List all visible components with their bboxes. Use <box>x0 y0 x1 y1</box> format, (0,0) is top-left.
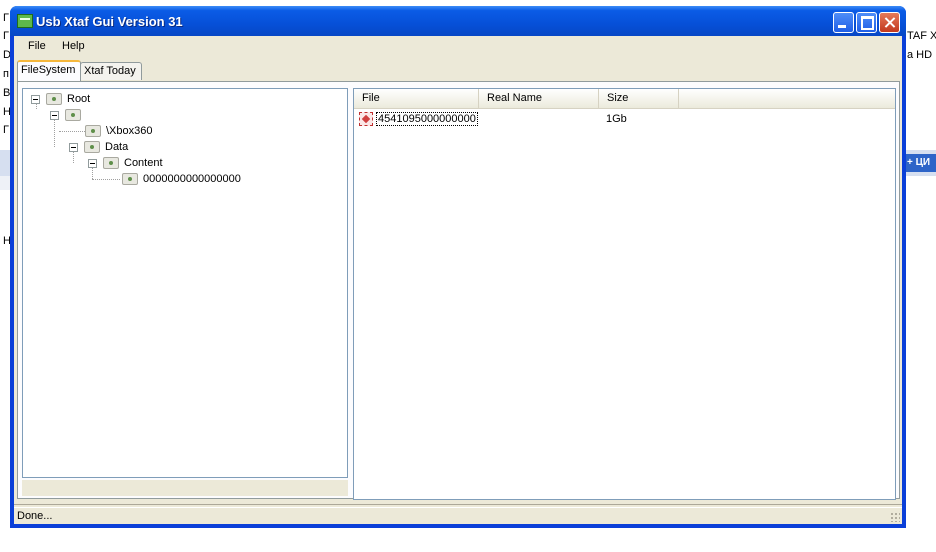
app-window: Usb Xtaf Gui Version 31 File Help FileSy… <box>10 6 906 528</box>
table-row[interactable]: 4541095000000000 1Gb <box>354 111 895 128</box>
tree-label: \Xbox360 <box>106 125 153 137</box>
bg-text: TAF X <box>907 30 936 42</box>
background-page-right: TAF X a HD <box>904 0 936 552</box>
status-text: Done... <box>17 510 53 522</box>
folder-icon <box>65 109 81 121</box>
status-bar: Done... <box>14 508 902 524</box>
collapse-icon[interactable] <box>50 111 59 120</box>
folder-tree[interactable]: Root \Xbox360 Data Content 0000000000000… <box>22 88 348 478</box>
file-icon <box>359 112 373 126</box>
collapse-icon[interactable] <box>88 159 97 168</box>
file-name: 4541095000000000 <box>376 112 478 126</box>
maximize-button[interactable] <box>856 12 877 33</box>
tree-label: Root <box>67 93 91 105</box>
column-header-file[interactable]: File <box>354 89 479 108</box>
menu-help[interactable]: Help <box>62 40 85 52</box>
tree-label: 0000000000000000 <box>143 173 241 185</box>
list-header: File Real Name Size <box>354 89 895 109</box>
tree-label: Data <box>105 141 129 153</box>
background-band <box>0 176 10 190</box>
column-header-real-name[interactable]: Real Name <box>479 89 599 108</box>
bg-glyph: п <box>3 68 9 80</box>
file-list[interactable]: File Real Name Size 4541095000000000 1Gb <box>353 88 896 500</box>
minimize-button[interactable] <box>833 12 854 33</box>
tab-filesystem[interactable]: FileSystem <box>17 60 81 81</box>
bg-glyph: Г <box>3 12 9 24</box>
tree-label: Content <box>124 157 163 169</box>
folder-icon <box>85 125 101 137</box>
title-bar[interactable]: Usb Xtaf Gui Version 31 <box>10 6 906 36</box>
collapse-icon[interactable] <box>31 95 40 104</box>
bg-glyph: Г <box>3 30 9 42</box>
background-band <box>0 150 10 176</box>
tree-resize-grip[interactable] <box>22 480 348 496</box>
bg-text: a HD <box>907 49 933 61</box>
drive-icon <box>46 93 62 105</box>
app-icon <box>17 14 33 28</box>
menu-bar: File Help <box>14 36 902 56</box>
background-badge: + ЦИ <box>904 154 936 172</box>
collapse-icon[interactable] <box>69 143 78 152</box>
folder-icon <box>84 141 100 153</box>
resize-grip-icon[interactable] <box>890 512 900 522</box>
folder-icon <box>103 157 119 169</box>
folder-icon <box>122 173 138 185</box>
bg-glyph: Г <box>3 124 9 136</box>
tab-xtaf-today[interactable]: Xtaf Today <box>80 62 142 80</box>
menu-file[interactable]: File <box>28 40 46 52</box>
column-header-size[interactable]: Size <box>599 89 679 108</box>
close-button[interactable] <box>879 12 900 33</box>
file-size: 1Gb <box>606 113 627 125</box>
window-title: Usb Xtaf Gui Version 31 <box>36 14 183 29</box>
client-area: File Help FileSystem Xtaf Today Root \Xb… <box>14 36 902 524</box>
